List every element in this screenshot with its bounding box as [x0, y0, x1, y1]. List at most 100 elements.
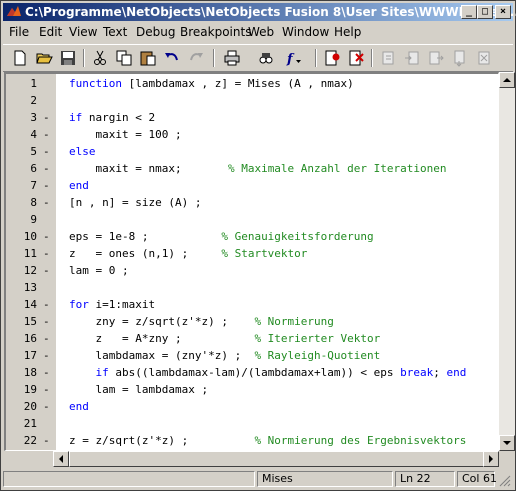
title-bar[interactable]: C:\Programme\NetObjects\NetObjects Fusio…: [3, 3, 516, 21]
scroll-down-button[interactable]: [499, 435, 515, 451]
menu-view[interactable]: View: [69, 25, 97, 39]
line-number[interactable]: 8: [6, 194, 37, 211]
open-icon[interactable]: [35, 49, 53, 67]
menu-help[interactable]: Help: [334, 25, 361, 39]
executable-line-marker[interactable]: -: [43, 347, 50, 364]
code-line[interactable]: 4- maxit = 100 ;: [6, 126, 496, 143]
line-number[interactable]: 17: [6, 347, 37, 364]
executable-line-marker[interactable]: -: [43, 109, 50, 126]
code-line[interactable]: 2: [6, 92, 496, 109]
scroll-up-button[interactable]: [499, 72, 515, 88]
undo-icon[interactable]: [163, 49, 181, 67]
find-icon[interactable]: [257, 49, 275, 67]
paste-icon[interactable]: [139, 49, 157, 67]
code-line[interactable]: 7- end: [6, 177, 496, 194]
cut-icon[interactable]: [91, 49, 109, 67]
scroll-right-button[interactable]: [483, 451, 499, 467]
code-line[interactable]: 22- z = z/sqrt(z'*z) ; % Normierung des E…: [6, 432, 496, 449]
menu-window[interactable]: Window: [282, 25, 329, 39]
continue-icon[interactable]: [451, 49, 469, 67]
copy-icon[interactable]: [115, 49, 133, 67]
code-line[interactable]: 18- if abs((lambdamax-lam)/(lambdamax+la…: [6, 364, 496, 381]
redo-icon[interactable]: [187, 49, 205, 67]
line-number[interactable]: 22: [6, 432, 37, 449]
code-line[interactable]: 17- lambdamax = (zny'*z) ; % Rayleigh-Qu…: [6, 347, 496, 364]
executable-line-marker[interactable]: -: [43, 228, 50, 245]
code-line[interactable]: 12- lam = 0 ;: [6, 262, 496, 279]
line-number[interactable]: 1: [6, 75, 37, 92]
executable-line-marker[interactable]: -: [43, 381, 50, 398]
close-button[interactable]: ×: [495, 5, 511, 19]
line-number[interactable]: 10: [6, 228, 37, 245]
executable-line-marker[interactable]: -: [43, 296, 50, 313]
code-line[interactable]: 14- for i=1:maxit: [6, 296, 496, 313]
function-icon[interactable]: f: [285, 49, 303, 67]
menu-file[interactable]: File: [9, 25, 29, 39]
line-number[interactable]: 6: [6, 160, 37, 177]
executable-line-marker[interactable]: -: [43, 432, 50, 449]
line-number[interactable]: 15: [6, 313, 37, 330]
line-number[interactable]: 19: [6, 381, 37, 398]
executable-line-marker[interactable]: -: [43, 398, 50, 415]
line-number[interactable]: 11: [6, 245, 37, 262]
line-number[interactable]: 12: [6, 262, 37, 279]
executable-line-marker[interactable]: -: [43, 160, 50, 177]
line-number[interactable]: 18: [6, 364, 37, 381]
code-line[interactable]: 1 function [lambdamax , z] = Mises (A , n…: [6, 75, 496, 92]
code-line[interactable]: 16- z = A*zny ; % Iterierter Vektor: [6, 330, 496, 347]
menu-edit[interactable]: Edit: [39, 25, 62, 39]
vertical-scrollbar[interactable]: [499, 72, 515, 451]
set-breakpoint-icon[interactable]: [323, 49, 341, 67]
executable-line-marker[interactable]: -: [43, 245, 50, 262]
menu-text[interactable]: Text: [103, 25, 127, 39]
horizontal-scrollbar[interactable]: [53, 451, 499, 467]
step-in-icon[interactable]: [403, 49, 421, 67]
executable-line-marker[interactable]: -: [43, 177, 50, 194]
code-line[interactable]: 5- else: [6, 143, 496, 160]
print-icon[interactable]: [223, 49, 241, 67]
menu-breakpoints[interactable]: Breakpoints: [180, 25, 251, 39]
code-line[interactable]: 11- z = ones (n,1) ; % Startvektor: [6, 245, 496, 262]
code-line[interactable]: 21: [6, 415, 496, 432]
line-number[interactable]: 20: [6, 398, 37, 415]
line-number[interactable]: 9: [6, 211, 37, 228]
clear-breakpoints-icon[interactable]: [347, 49, 365, 67]
horizontal-scroll-thumb[interactable]: [69, 451, 487, 467]
code-line[interactable]: 10- eps = 1e-8 ; % Genauigkeitsforderung: [6, 228, 496, 245]
line-number[interactable]: 14: [6, 296, 37, 313]
line-number[interactable]: 2: [6, 92, 37, 109]
code-line[interactable]: 20- end: [6, 398, 496, 415]
line-number[interactable]: 5: [6, 143, 37, 160]
executable-line-marker[interactable]: -: [43, 126, 50, 143]
line-number[interactable]: 16: [6, 330, 37, 347]
line-number[interactable]: 13: [6, 279, 37, 296]
executable-line-marker[interactable]: -: [43, 194, 50, 211]
step-icon[interactable]: [379, 49, 397, 67]
line-number[interactable]: 4: [6, 126, 37, 143]
new-icon[interactable]: [11, 49, 29, 67]
line-number[interactable]: 3: [6, 109, 37, 126]
executable-line-marker[interactable]: -: [43, 262, 50, 279]
line-number[interactable]: 21: [6, 415, 37, 432]
scroll-left-button[interactable]: [53, 451, 69, 467]
executable-line-marker[interactable]: -: [43, 330, 50, 347]
line-number[interactable]: 7: [6, 177, 37, 194]
executable-line-marker[interactable]: -: [43, 364, 50, 381]
maximize-button[interactable]: □: [477, 5, 493, 19]
minimize-button[interactable]: _: [461, 5, 477, 19]
exit-debug-icon[interactable]: [475, 49, 493, 67]
code-line[interactable]: 15- zny = z/sqrt(z'*z) ; % Normierung: [6, 313, 496, 330]
code-line[interactable]: 13: [6, 279, 496, 296]
step-out-icon[interactable]: [427, 49, 445, 67]
executable-line-marker[interactable]: -: [43, 313, 50, 330]
code-line[interactable]: 8- [n , n] = size (A) ;: [6, 194, 496, 211]
code-line[interactable]: 6- maxit = nmax; % Maximale Anzahl der I…: [6, 160, 496, 177]
code-line[interactable]: 9: [6, 211, 496, 228]
menu-debug[interactable]: Debug: [136, 25, 175, 39]
code-editor[interactable]: 1 function [lambdamax , z] = Mises (A , n…: [4, 72, 499, 451]
code-line[interactable]: 3- if nargin < 2: [6, 109, 496, 126]
resize-grip-icon[interactable]: [499, 475, 511, 487]
menu-web[interactable]: Web: [248, 25, 274, 39]
save-icon[interactable]: [59, 49, 77, 67]
code-line[interactable]: 19- lam = lambdamax ;: [6, 381, 496, 398]
